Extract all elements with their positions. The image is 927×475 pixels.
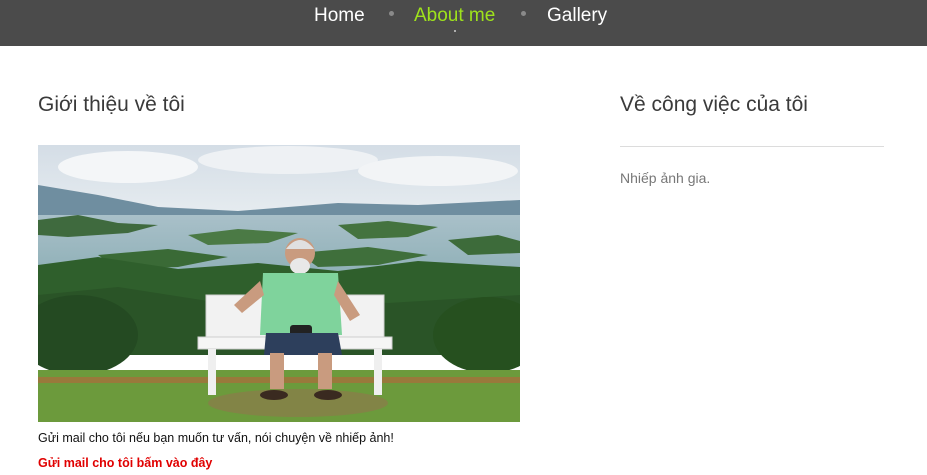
send-mail-link[interactable]: Gửi mail cho tôi bấm vào đây: [38, 456, 212, 470]
nav-separator-dot: [389, 11, 394, 16]
about-section-title: Giới thiệu về tôi: [38, 93, 185, 116]
section-divider: [620, 146, 884, 147]
contact-caption: Gửi mail cho tôi nếu bạn muốn tư vấn, nó…: [38, 431, 394, 445]
nav-item-home[interactable]: Home: [314, 5, 365, 27]
nav-item-gallery[interactable]: Gallery: [547, 5, 607, 27]
profile-photo: [38, 145, 520, 422]
nav-separator-dot: [521, 11, 526, 16]
nav-item-about-me[interactable]: About me: [414, 5, 495, 27]
active-indicator: [454, 30, 456, 32]
top-navigation-bar: Home About me Gallery: [0, 0, 927, 46]
work-description: Nhiếp ảnh gia.: [620, 170, 711, 186]
work-section-title: Về công việc của tôi: [620, 93, 808, 116]
main-nav: Home About me Gallery: [0, 5, 927, 32]
